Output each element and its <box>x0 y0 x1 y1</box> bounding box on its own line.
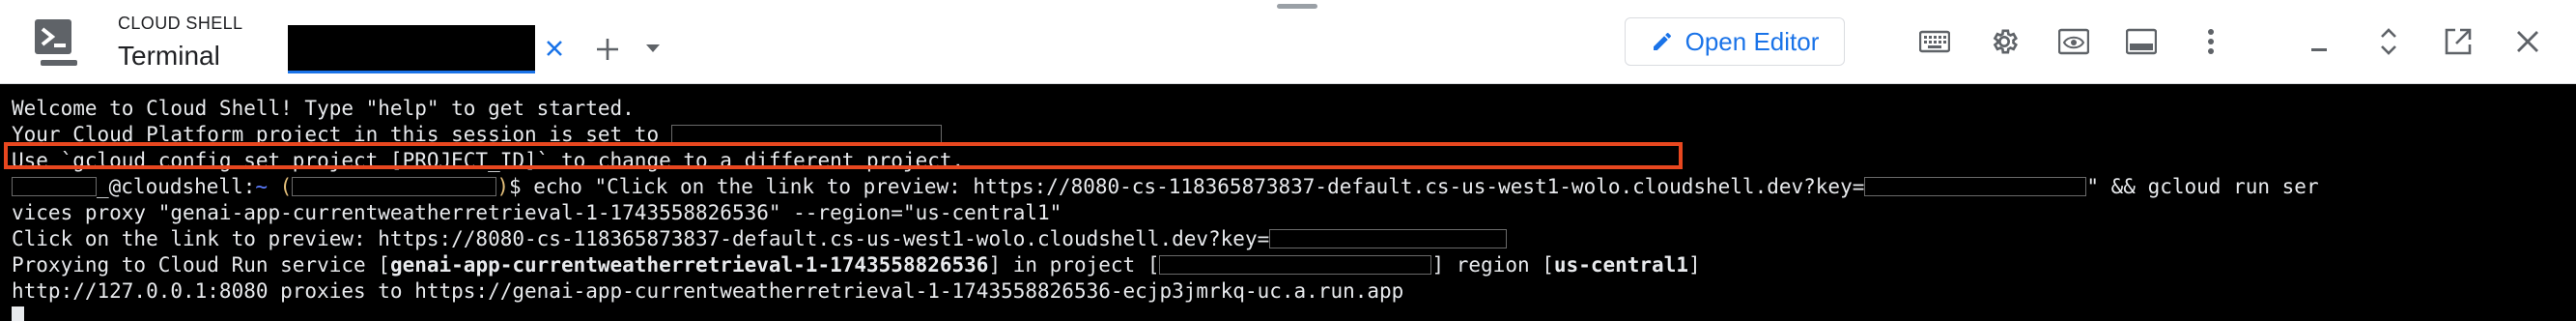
web-preview-icon <box>2058 28 2089 55</box>
terminal-output[interactable]: Welcome to Cloud Shell! Type "help" to g… <box>0 84 2576 321</box>
tab-terminal-session[interactable] <box>288 25 535 73</box>
terminal-cursor <box>12 306 24 321</box>
plus-icon[interactable] <box>593 35 622 64</box>
minimize-icon <box>2311 48 2327 51</box>
close-icon[interactable] <box>543 37 566 60</box>
open-editor-button[interactable]: Open Editor <box>1625 17 1845 66</box>
open-in-new-icon <box>2445 28 2472 55</box>
terminal-prompt-line: _@cloudshell:~ ()$ echo "Click on the li… <box>12 174 2576 200</box>
minimize-button[interactable] <box>2301 23 2337 60</box>
preview-link-highlight-box <box>4 142 1683 169</box>
cloud-shell-icon <box>35 19 77 66</box>
product-label: CLOUD SHELL <box>118 14 243 33</box>
terminal-line: Proxying to Cloud Run service [genai-app… <box>12 253 1701 277</box>
terminal-line: http://127.0.0.1:8080 proxies to https:/… <box>12 279 1404 303</box>
pencil-icon <box>1653 32 1671 50</box>
cloud-shell-header: CLOUD SHELL Terminal Open Editor <box>0 0 2576 84</box>
terminal-cursor-line[interactable] <box>12 305 2576 321</box>
redacted-username <box>12 177 97 196</box>
restore-button[interactable] <box>2370 23 2407 60</box>
redacted-key <box>1864 177 2087 196</box>
open-new-window-button[interactable] <box>2440 23 2477 60</box>
more-vert-icon <box>2208 29 2214 54</box>
settings-button[interactable] <box>1986 23 2023 60</box>
layout-button[interactable] <box>2123 23 2160 60</box>
redacted-project <box>292 177 497 196</box>
keyboard-button[interactable] <box>1916 23 1953 60</box>
redacted-key <box>1269 229 1508 248</box>
web-preview-button[interactable] <box>2055 23 2092 60</box>
redacted-project <box>670 125 942 144</box>
tab-label <box>288 37 299 56</box>
more-options-button[interactable] <box>2193 23 2229 60</box>
terminal-line: Welcome to Cloud Shell! Type "help" to g… <box>12 97 635 120</box>
panel-layout-icon <box>2126 28 2157 55</box>
close-panel-button[interactable] <box>2509 23 2546 60</box>
chevron-down-icon[interactable] <box>645 43 661 54</box>
terminal-line-preview-link[interactable]: Click on the link to preview: https://80… <box>12 226 2576 252</box>
close-icon <box>2517 31 2538 52</box>
page-title: Terminal <box>118 41 220 71</box>
terminal-line: vices proxy "genai-app-currentweatherret… <box>12 201 1062 224</box>
resize-drag-handle[interactable] <box>1277 4 1317 9</box>
gear-icon <box>1993 29 2018 54</box>
keyboard-icon <box>1919 30 1950 53</box>
redacted-project <box>1159 255 1432 275</box>
open-editor-label: Open Editor <box>1684 26 1820 56</box>
expand-collapse-icon <box>2381 28 2396 55</box>
